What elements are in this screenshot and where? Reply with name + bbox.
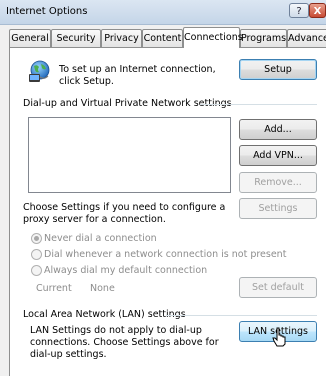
dialup-divider	[200, 104, 317, 105]
help-button[interactable]: ?	[289, 3, 309, 18]
current-value: None	[90, 283, 115, 294]
tab-security[interactable]: Security	[51, 29, 101, 47]
radio-always-dial-label: Always dial my default connection	[44, 265, 208, 276]
lan-instructions: LAN Settings do not apply to dial-up con…	[30, 325, 219, 360]
radio-dial-whenever[interactable]	[31, 249, 42, 260]
radio-never-dial[interactable]	[31, 233, 42, 244]
window-title: Internet Options	[6, 6, 88, 17]
set-default-button[interactable]: Set default	[239, 277, 317, 298]
lan-divider	[166, 315, 317, 316]
tab-content[interactable]: Content	[142, 29, 183, 47]
radio-always-dial[interactable]	[31, 265, 42, 276]
setup-button[interactable]: Setup	[239, 59, 317, 80]
tab-connections[interactable]: Connections	[183, 27, 243, 48]
tab-general[interactable]: General	[9, 29, 51, 47]
current-label: Current	[36, 283, 72, 294]
tab-privacy[interactable]: Privacy	[101, 29, 142, 47]
mouse-pointer-icon	[272, 327, 286, 347]
proxy-instructions: Choose Settings if you need to configure…	[23, 202, 226, 225]
tab-programs[interactable]: Programs	[240, 29, 287, 47]
globe-network-icon	[29, 60, 50, 82]
connections-list[interactable]	[28, 117, 231, 193]
setup-instructions: To set up an Internet connection, click …	[59, 64, 216, 87]
close-button[interactable]: X	[309, 3, 326, 18]
add-vpn-button[interactable]: Add VPN...	[239, 145, 317, 166]
radio-never-dial-label: Never dial a connection	[44, 233, 157, 244]
tab-advanced[interactable]: Advanced	[287, 29, 326, 47]
title-bar: Internet Options ? X	[0, 0, 326, 25]
settings-button[interactable]: Settings	[239, 198, 317, 219]
add-button[interactable]: Add...	[239, 119, 317, 140]
radio-dial-whenever-label: Dial whenever a network connection is no…	[44, 249, 287, 260]
lan-heading: Local Area Network (LAN) settings	[23, 309, 186, 320]
remove-button[interactable]: Remove...	[239, 172, 317, 193]
